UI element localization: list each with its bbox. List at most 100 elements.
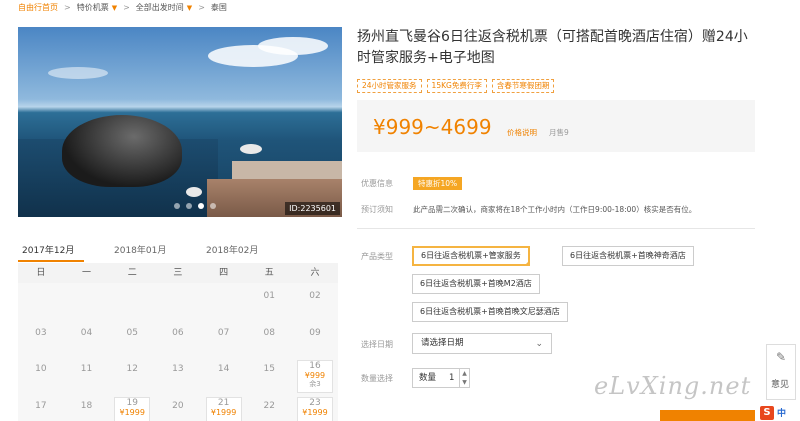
- calendar-day: 03: [18, 320, 64, 357]
- product-option[interactable]: 6日往返含税机票+首晚神奇酒店: [562, 246, 694, 266]
- calendar-day-number: 02: [309, 291, 321, 301]
- calendar-day-number: 15: [263, 364, 275, 374]
- calendar-day-available[interactable]: 23 ¥1999: [292, 393, 338, 421]
- product-option[interactable]: 6日往返含税机票+首晚M2酒店: [412, 274, 540, 294]
- calendar-day-available[interactable]: 21 ¥1999: [201, 393, 247, 421]
- slide-indicator: [174, 203, 216, 209]
- calendar-day-number: 01: [263, 291, 275, 301]
- section-divider: [357, 228, 755, 229]
- product-tags: 24小时管家服务 15KG免费行李 含春节寒假团期: [357, 79, 555, 93]
- slide-dot[interactable]: [210, 203, 216, 209]
- calendar-day-price: ¥999: [304, 371, 326, 380]
- calendar-day-available[interactable]: 19 ¥1999: [109, 393, 155, 421]
- calendar-day: 13: [155, 356, 201, 393]
- calendar-day-price: ¥1999: [210, 407, 237, 417]
- slide-dot-active[interactable]: [198, 203, 204, 209]
- calendar-day-available[interactable]: 16 ¥999 余3: [292, 356, 338, 393]
- slide-dot[interactable]: [186, 203, 192, 209]
- calendar-day-number: 09: [309, 327, 321, 338]
- calendar-day: 02: [292, 283, 338, 320]
- stone-shape: [240, 144, 262, 154]
- calendar-day: 06: [155, 320, 201, 357]
- calendar-day-price: ¥1999: [119, 407, 145, 417]
- product-option-selected[interactable]: 6日往返含税机票+管家服务: [412, 246, 530, 266]
- quantity-stepper[interactable]: 数量 1 ▲ ▼: [412, 368, 470, 388]
- calendar-week-row: 03 04 05 06 07 08 09: [18, 320, 338, 357]
- image-id-label: ID:2235601: [285, 202, 340, 215]
- monthly-sales: 月售9: [549, 128, 569, 137]
- calendar-day: 20: [155, 393, 201, 421]
- price-explanation-link[interactable]: 价格说明: [507, 127, 537, 138]
- ime-mode-label: 中: [777, 409, 787, 419]
- calendar-day-number: 10: [35, 364, 47, 374]
- calendar-day-number: [155, 283, 201, 291]
- quantity-value[interactable]: 1: [449, 369, 454, 387]
- slide-dot[interactable]: [174, 203, 180, 209]
- tab-month-1[interactable]: 2017年12月: [18, 240, 84, 262]
- breadcrumb-separator: >: [123, 2, 130, 12]
- calendar-day: 07: [201, 320, 247, 357]
- calendar-weekday-header: 日 一 二 三 四 五 六: [18, 263, 338, 283]
- caret-down-icon: ▼: [111, 3, 118, 12]
- tab-month-3[interactable]: 2018年02月: [202, 240, 294, 262]
- book-now-button[interactable]: [660, 410, 755, 421]
- calendar-day: 17: [18, 393, 64, 421]
- breadcrumb-separator: >: [64, 2, 71, 12]
- cloud-shape: [48, 67, 108, 79]
- calendar-day-number: 19: [126, 397, 138, 408]
- product-tag: 24小时管家服务: [357, 79, 422, 93]
- calendar-day: 10: [18, 356, 64, 393]
- calendar-day-number: [18, 283, 64, 291]
- calendar-day-number: 07: [217, 327, 230, 338]
- calendar-day: 09: [292, 320, 338, 357]
- calendar-day: [64, 283, 110, 320]
- date-select[interactable]: 请选择日期 ⌄: [412, 333, 552, 354]
- calendar-day-number: [64, 283, 110, 291]
- product-title: 扬州直飞曼谷6日往返含税机票（可搭配首晚酒店住宿）赠24小时管家服务+电子地图: [357, 29, 748, 66]
- weekday-label: 三: [173, 268, 183, 278]
- breadcrumb-item-destination[interactable]: 泰国: [211, 2, 227, 13]
- feedback-widget[interactable]: ✎ 意见: [766, 344, 796, 400]
- input-method-indicator[interactable]: S 中: [760, 404, 800, 421]
- deck-shape: [232, 161, 342, 179]
- weekday-label: 日: [36, 268, 46, 278]
- calendar-day: 04: [64, 320, 110, 357]
- discount-badge: 特惠折10%: [413, 177, 463, 190]
- calendar-day: 05: [109, 320, 155, 357]
- date-select-placeholder: 请选择日期: [421, 338, 464, 348]
- weekday-label: 五: [264, 268, 274, 278]
- calendar-day-number: 23: [309, 397, 321, 408]
- booking-notes-text: 此产品需二次确认，商家将在18个工作小时内（工作日9:00-18:00）核实是否…: [413, 205, 697, 214]
- product-photo-gallery[interactable]: ID:2235601: [18, 27, 342, 217]
- calendar-day-number: 20: [172, 400, 184, 411]
- calendar-day-number: 05: [126, 327, 138, 338]
- quantity-spinner[interactable]: ▲ ▼: [459, 369, 469, 387]
- calendar-day-number: 13: [172, 364, 184, 374]
- breadcrumb-item-departure-time[interactable]: 全部出发时间 ▼: [136, 2, 192, 13]
- calendar-day: [155, 283, 201, 320]
- calendar-day: 01: [246, 283, 292, 320]
- calendar-day-number: [201, 283, 247, 291]
- breadcrumb-separator: >: [198, 2, 205, 12]
- calendar-day: 18: [64, 393, 110, 421]
- caret-down-icon: ▼: [186, 3, 193, 12]
- price-range: ¥999~4699: [373, 115, 492, 139]
- calendar-week-row: 10 11 12 13 14 15 16 ¥999 余3: [18, 356, 338, 393]
- quantity-prefix: 数量: [419, 373, 437, 383]
- breadcrumb-home-link[interactable]: 自由行首页: [18, 2, 58, 13]
- calendar-day-number: 22: [263, 400, 275, 411]
- breadcrumb-item-flights[interactable]: 特价机票 ▼: [77, 2, 117, 13]
- calendar-day-number: 16: [309, 361, 321, 371]
- calendar-day-number: 04: [80, 327, 93, 338]
- calendar-day: 14: [201, 356, 247, 393]
- product-option[interactable]: 6日往返含税机票+首晚首晚文尼瑟酒店: [412, 302, 568, 322]
- calendar-day-number: 18: [80, 400, 93, 411]
- calendar-day-number: 03: [35, 327, 47, 338]
- calendar-day-number: 14: [217, 364, 230, 374]
- calendar-day-number: [109, 283, 155, 291]
- calendar-day-number: 12: [126, 364, 138, 374]
- calendar-day-number: 06: [172, 327, 184, 338]
- calendar-week-row: 01 02: [18, 283, 338, 320]
- tab-month-2[interactable]: 2018年01月: [110, 240, 202, 262]
- calendar-day: [18, 283, 64, 320]
